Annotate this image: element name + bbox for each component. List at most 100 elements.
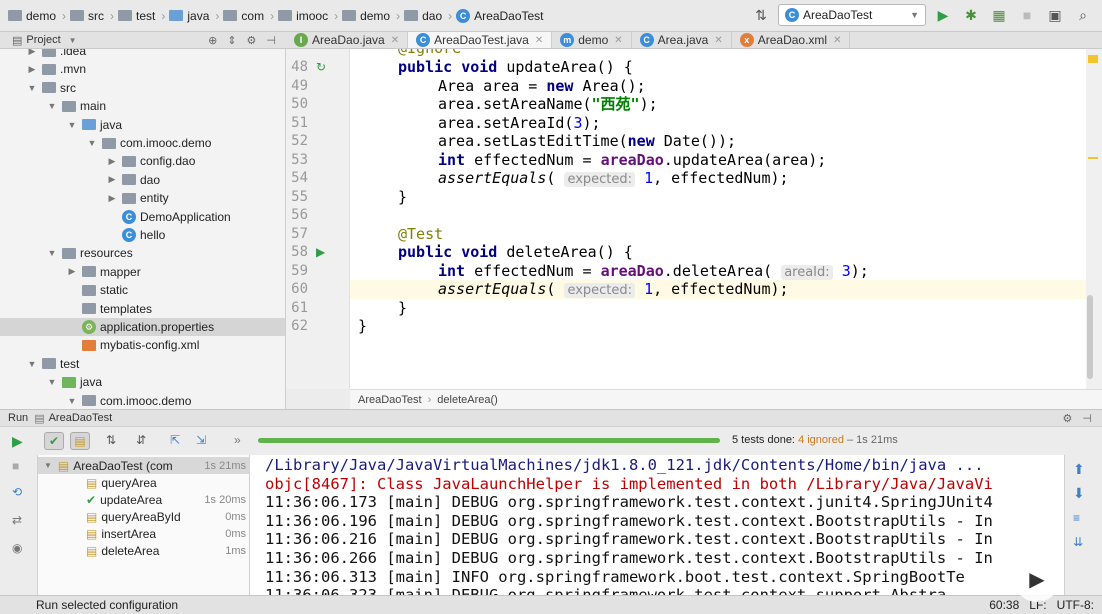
close-icon[interactable]: ✕ bbox=[535, 35, 543, 46]
close-icon[interactable]: ✕ bbox=[614, 35, 622, 46]
breadcrumb-item[interactable]: com › bbox=[223, 9, 274, 23]
test-item[interactable]: ▤ deleteArea 1ms bbox=[38, 542, 250, 559]
stop-button[interactable]: ■ bbox=[1016, 4, 1038, 26]
breadcrumb-item[interactable]: test › bbox=[118, 9, 165, 23]
tree-item[interactable]: ▼ com.imooc.demo bbox=[86, 134, 212, 152]
chevron-down-icon[interactable]: ▼ bbox=[46, 101, 58, 111]
breadcrumb-item[interactable]: imooc › bbox=[278, 9, 338, 23]
search-icon[interactable]: ⌕ bbox=[1072, 4, 1094, 26]
project-header-label[interactable]: Project bbox=[26, 34, 60, 46]
breadcrumb-item[interactable]: src › bbox=[70, 9, 114, 23]
tree-item[interactable]: ▶ config.dao bbox=[106, 152, 196, 170]
chevron-down-icon[interactable]: ▼ bbox=[66, 396, 78, 406]
tab[interactable]: x AreaDao.xml ✕ bbox=[732, 32, 851, 48]
gear-icon[interactable]: ⚙ bbox=[1063, 412, 1073, 425]
tree-item[interactable]: ▼ java bbox=[46, 373, 102, 391]
tree-item[interactable]: ▶ .idea bbox=[26, 49, 86, 60]
scroll-end-icon[interactable]: ⇊ bbox=[1073, 535, 1083, 549]
locate-icon[interactable]: ⊕ bbox=[208, 34, 217, 47]
breadcrumb-item[interactable]: C AreaDaoTest bbox=[456, 8, 544, 23]
chevron-right-icon[interactable]: ▶ bbox=[26, 64, 38, 75]
build-icon[interactable]: ⇅ bbox=[750, 4, 772, 26]
cursor-position[interactable]: 60:38 bbox=[989, 598, 1019, 612]
chevron-down-icon[interactable]: ▼ bbox=[26, 83, 38, 93]
tree-item[interactable]: ▼ resources bbox=[46, 244, 133, 262]
tree-item[interactable]: static bbox=[66, 281, 128, 299]
tree-item[interactable]: Chello bbox=[106, 226, 165, 244]
collapse-icon[interactable]: ⇕ bbox=[227, 34, 236, 47]
tree-item[interactable]: ▶ .mvn bbox=[26, 60, 86, 78]
tree-item[interactable]: ▼ src bbox=[26, 79, 76, 97]
close-icon[interactable]: ✕ bbox=[833, 35, 841, 46]
coverage-button[interactable]: ▦ bbox=[988, 4, 1010, 26]
run-test-gutter-icon[interactable]: ▶ bbox=[316, 243, 325, 261]
breadcrumb-item[interactable]: demo › bbox=[342, 9, 400, 23]
collapse-all-icon[interactable]: ⇲ bbox=[196, 433, 206, 447]
sort-duration-icon[interactable]: ⇵ bbox=[136, 433, 146, 447]
tab[interactable]: C AreaDaoTest.java ✕ bbox=[408, 32, 553, 48]
chevron-down-icon[interactable]: ▼ bbox=[46, 377, 58, 387]
hide-icon[interactable]: ⊣ bbox=[1082, 412, 1092, 425]
show-ignored-icon[interactable]: ▤ bbox=[70, 432, 90, 450]
test-item[interactable]: ▤ insertArea 0ms bbox=[38, 525, 250, 542]
breadcrumb-item[interactable]: demo › bbox=[8, 9, 66, 23]
tree-item[interactable]: mybatis-config.xml bbox=[66, 336, 199, 354]
tree-item[interactable]: templates bbox=[66, 300, 152, 318]
tree-item[interactable]: ▶ dao bbox=[106, 171, 161, 189]
breadcrumb-method[interactable]: deleteArea() bbox=[437, 394, 498, 406]
down-arrow-icon[interactable]: ⬇ bbox=[1073, 485, 1085, 502]
tree-item[interactable]: ▼ com.imooc.demo bbox=[66, 392, 192, 409]
project-structure-button[interactable]: ▣ bbox=[1044, 4, 1066, 26]
file-encoding[interactable]: UTF-8: bbox=[1057, 598, 1094, 612]
breadcrumb-item[interactable]: dao › bbox=[404, 9, 452, 23]
tab[interactable]: I AreaDao.java ✕ bbox=[286, 32, 409, 48]
rerun-failed-icon[interactable]: ⟲ bbox=[12, 485, 22, 499]
close-icon[interactable]: ✕ bbox=[714, 35, 722, 46]
hide-icon[interactable]: ⊣ bbox=[266, 34, 276, 47]
close-icon[interactable]: ✕ bbox=[391, 35, 399, 46]
run-config-select[interactable]: C AreaDaoTest ▼ bbox=[778, 4, 926, 26]
test-item[interactable]: ▤ queryArea bbox=[38, 474, 250, 491]
console-output[interactable]: /Library/Java/JavaVirtualMachines/jdk1.8… bbox=[250, 455, 1064, 595]
stop-icon[interactable]: ■ bbox=[12, 459, 19, 473]
chevron-right-icon[interactable]: ▶ bbox=[106, 156, 118, 167]
test-item[interactable]: ✔ updateArea 1s 20ms bbox=[38, 491, 250, 508]
sort-alpha-icon[interactable]: ⇅ bbox=[106, 433, 116, 447]
chevron-down-icon[interactable]: ▼ bbox=[46, 248, 58, 258]
tree-item[interactable]: ▶ entity bbox=[106, 189, 169, 207]
expand-all-icon[interactable]: ⇱ bbox=[170, 433, 180, 447]
chevron-down-icon[interactable]: ▼ bbox=[69, 36, 77, 45]
tree-item[interactable]: ⚙ application.properties bbox=[0, 318, 285, 336]
chevron-down-icon[interactable]: ▼ bbox=[86, 138, 98, 148]
test-item[interactable]: ▤ queryAreaById 0ms bbox=[38, 508, 250, 525]
breadcrumb-item[interactable]: java › bbox=[169, 9, 219, 23]
tree-item[interactable]: ▼ java bbox=[66, 116, 122, 134]
run-header-config[interactable]: AreaDaoTest bbox=[49, 412, 113, 424]
tab[interactable]: C Area.java ✕ bbox=[632, 32, 732, 48]
test-item[interactable]: ▼ ▤ AreaDaoTest (com 1s 21ms bbox=[38, 457, 250, 474]
play-overlay-icon[interactable]: ▶ bbox=[1014, 556, 1060, 602]
tree-item[interactable]: ▼ main bbox=[46, 97, 106, 115]
rerun-icon[interactable]: ▶ bbox=[12, 433, 23, 450]
chevron-down-icon[interactable]: ▼ bbox=[26, 359, 38, 369]
toggle-autotest-icon[interactable]: ⇄ bbox=[12, 513, 22, 527]
warning-marker[interactable] bbox=[1088, 157, 1098, 159]
code-editor[interactable]: @Ignore public void updateArea() { Area … bbox=[350, 49, 1086, 389]
tree-item[interactable]: ▼ test bbox=[26, 355, 80, 373]
run-button[interactable]: ▶ bbox=[932, 4, 954, 26]
chevron-right-icon[interactable]: ▶ bbox=[106, 174, 118, 185]
breadcrumb-class[interactable]: AreaDaoTest bbox=[358, 394, 422, 406]
show-passed-icon[interactable]: ✔ bbox=[44, 432, 64, 450]
more-icon[interactable]: » bbox=[234, 433, 241, 447]
tab[interactable]: m demo ✕ bbox=[552, 32, 632, 48]
soft-wrap-icon[interactable]: ≡ bbox=[1073, 511, 1080, 525]
tree-item[interactable]: ▶ mapper bbox=[66, 263, 141, 281]
scrollbar-thumb[interactable] bbox=[1087, 295, 1093, 379]
chevron-down-icon[interactable]: ▼ bbox=[66, 120, 78, 130]
warning-marker[interactable] bbox=[1088, 55, 1098, 63]
camera-icon[interactable]: ◉ bbox=[12, 541, 22, 555]
editor-scrollbar[interactable] bbox=[1086, 49, 1102, 389]
run-test-gutter-icon[interactable]: ↻ bbox=[316, 58, 326, 76]
chevron-right-icon[interactable]: ▶ bbox=[66, 266, 78, 277]
debug-button[interactable]: ✱ bbox=[960, 4, 982, 26]
